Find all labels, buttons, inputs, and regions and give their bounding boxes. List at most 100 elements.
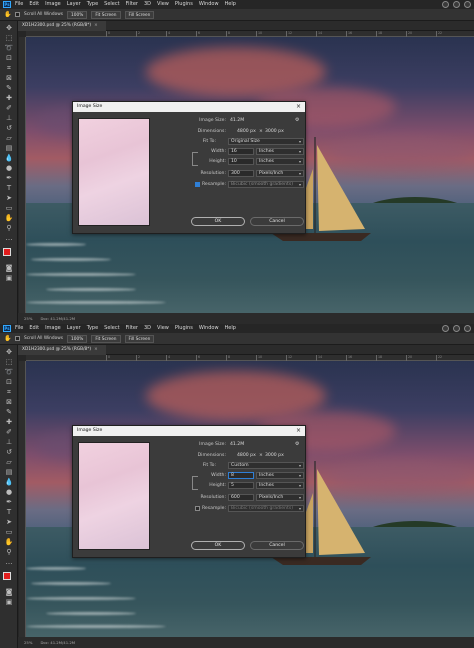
foreground-color-swatch[interactable] (3, 572, 11, 580)
eraser-icon[interactable]: ▱ (4, 458, 14, 466)
search-icon[interactable] (453, 325, 460, 332)
stamp-icon[interactable]: ⊥ (4, 438, 14, 446)
fit-to-select[interactable]: Original Size ▾ (228, 138, 304, 145)
image-preview[interactable] (78, 442, 150, 550)
close-icon[interactable]: × (94, 23, 98, 28)
brush-icon[interactable]: ✐ (4, 104, 14, 112)
menu-select[interactable]: Select (104, 0, 119, 9)
frame-icon[interactable]: ⊠ (4, 398, 14, 406)
shape-icon[interactable]: ▭ (4, 204, 14, 212)
menu-filter[interactable]: Filter (126, 0, 138, 9)
scroll-all-checkbox[interactable] (15, 12, 20, 17)
lasso-icon[interactable]: ➰ (4, 44, 14, 52)
lasso-icon[interactable]: ➰ (4, 368, 14, 376)
menu-help[interactable]: Help (225, 324, 236, 333)
menu-help[interactable]: Help (225, 0, 236, 9)
pen-icon[interactable]: ✒ (4, 174, 14, 182)
fit-to-select[interactable]: Custom ▾ (228, 462, 304, 469)
menu-plugins[interactable]: Plugins (175, 0, 193, 9)
resolution-field[interactable]: 300 (228, 170, 254, 177)
menu-image[interactable]: Image (45, 0, 61, 9)
menu-plugins[interactable]: Plugins (175, 324, 193, 333)
workspace-icon[interactable] (464, 1, 471, 8)
stamp-icon[interactable]: ⊥ (4, 114, 14, 122)
gradient-icon[interactable]: ▤ (4, 468, 14, 476)
marquee-icon[interactable]: ⬚ (4, 358, 14, 366)
width-field[interactable]: 16 (228, 148, 254, 155)
healing-icon[interactable]: ✚ (4, 418, 14, 426)
zoom-level[interactable]: 25% (24, 316, 32, 321)
fill-screen-button[interactable]: Fill Screen (124, 334, 155, 343)
close-icon[interactable]: × (94, 347, 98, 352)
resample-select[interactable]: Bicubic (smooth gradients) ▾ (228, 505, 304, 512)
screen-mode-icon[interactable]: ▣ (4, 274, 14, 282)
home-icon[interactable] (442, 1, 449, 8)
image-preview[interactable] (78, 118, 150, 226)
zoom-icon[interactable]: ⚲ (4, 224, 14, 232)
eyedropper-icon[interactable]: ✎ (4, 408, 14, 416)
fit-screen-button[interactable]: Fit Screen (91, 10, 121, 19)
cancel-button[interactable]: Cancel (250, 541, 304, 550)
foreground-color-swatch[interactable] (3, 248, 11, 256)
marquee-icon[interactable]: ⬚ (4, 34, 14, 42)
gradient-icon[interactable]: ▤ (4, 144, 14, 152)
resolution-unit-select[interactable]: Pixels/Inch ▾ (256, 494, 304, 501)
fill-screen-button[interactable]: Fill Screen (124, 10, 155, 19)
close-icon[interactable]: × (296, 102, 301, 112)
menu-3d[interactable]: 3D (144, 324, 151, 333)
menu-file[interactable]: File (15, 0, 23, 9)
object-select-icon[interactable]: ⊡ (4, 378, 14, 386)
pen-icon[interactable]: ✒ (4, 498, 14, 506)
type-icon[interactable]: T (4, 184, 14, 192)
menu-type[interactable]: Type (87, 324, 98, 333)
height-unit-select[interactable]: Inches ▾ (256, 158, 304, 165)
menu-image[interactable]: Image (45, 324, 61, 333)
width-unit-select[interactable]: Inches ▾ (256, 148, 304, 155)
menu-view[interactable]: View (157, 0, 169, 9)
more-tools-icon[interactable]: … (4, 234, 14, 242)
width-field[interactable]: 8 (228, 472, 254, 479)
workspace-icon[interactable] (464, 325, 471, 332)
gear-icon[interactable]: ⚙ (295, 117, 299, 123)
brush-icon[interactable]: ✐ (4, 428, 14, 436)
menu-file[interactable]: File (15, 324, 23, 333)
resample-select[interactable]: Bicubic (smooth gradients) ▾ (228, 181, 304, 188)
document-tab[interactable]: XD1H2300.psd @ 25% (RGB/8*) × (18, 345, 106, 355)
home-icon[interactable] (442, 325, 449, 332)
menu-edit[interactable]: Edit (29, 0, 39, 9)
menu-view[interactable]: View (157, 324, 169, 333)
shape-icon[interactable]: ▭ (4, 528, 14, 536)
healing-icon[interactable]: ✚ (4, 94, 14, 102)
dodge-icon[interactable]: ● (4, 164, 14, 172)
path-select-icon[interactable]: ➤ (4, 194, 14, 202)
frame-icon[interactable]: ⊠ (4, 74, 14, 82)
move-icon[interactable]: ✥ (4, 24, 14, 32)
resolution-field[interactable]: 600 (228, 494, 254, 501)
zoom-icon[interactable]: ⚲ (4, 548, 14, 556)
hand-tool-icon[interactable]: ✋ (4, 214, 14, 222)
history-brush-icon[interactable]: ↺ (4, 448, 14, 456)
object-select-icon[interactable]: ⊡ (4, 54, 14, 62)
gear-icon[interactable]: ⚙ (295, 441, 299, 447)
ok-button[interactable]: OK (191, 541, 245, 550)
zoom-100-button[interactable]: 100% (67, 334, 88, 343)
cancel-button[interactable]: Cancel (250, 217, 304, 226)
blur-icon[interactable]: 💧 (4, 478, 14, 486)
menu-filter[interactable]: Filter (126, 324, 138, 333)
dodge-icon[interactable]: ● (4, 488, 14, 496)
resolution-unit-select[interactable]: Pixels/Inch ▾ (256, 170, 304, 177)
more-tools-icon[interactable]: … (4, 558, 14, 566)
height-field[interactable]: 10 (228, 158, 254, 165)
menu-edit[interactable]: Edit (29, 324, 39, 333)
zoom-100-button[interactable]: 100% (67, 10, 88, 19)
path-select-icon[interactable]: ➤ (4, 518, 14, 526)
search-icon[interactable] (453, 1, 460, 8)
hand-tool-icon[interactable]: ✋ (4, 538, 14, 546)
width-unit-select[interactable]: Inches ▾ (256, 472, 304, 479)
height-unit-select[interactable]: Inches ▾ (256, 482, 304, 489)
eyedropper-icon[interactable]: ✎ (4, 84, 14, 92)
hand-icon[interactable]: ✋ (4, 11, 11, 18)
ok-button[interactable]: OK (191, 217, 245, 226)
scroll-all-checkbox[interactable] (15, 336, 20, 341)
quick-mask-icon[interactable]: ◙ (4, 588, 14, 596)
